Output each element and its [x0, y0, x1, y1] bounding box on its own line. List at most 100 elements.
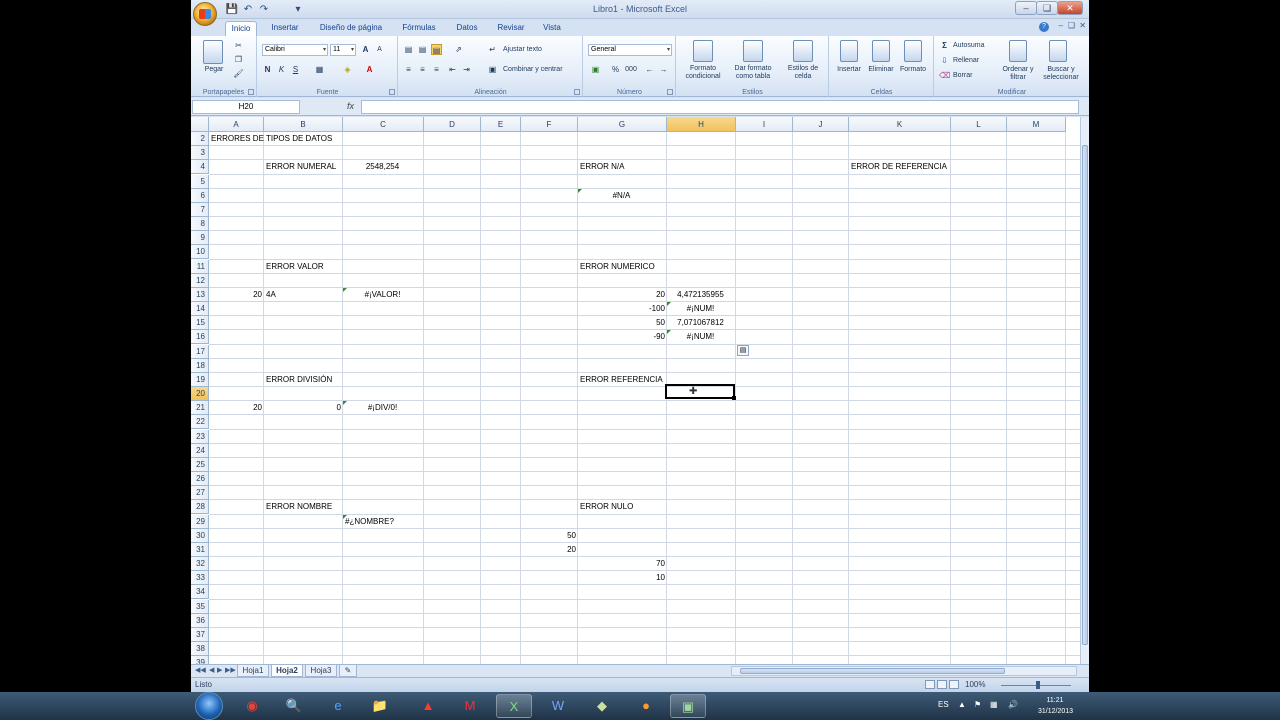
row-header-12[interactable]: 12	[191, 273, 209, 288]
align-top-icon[interactable]: ▤	[403, 44, 414, 55]
column-header-l[interactable]: L	[951, 117, 1007, 132]
column-header-m[interactable]: M	[1007, 117, 1066, 132]
error-flag-icon[interactable]	[343, 287, 347, 292]
fill-icon[interactable]: ⇩	[939, 55, 950, 66]
font-size-combo[interactable]: 11 ▾	[330, 44, 356, 56]
error-flag-icon[interactable]	[667, 330, 671, 335]
clipboard-launcher-icon[interactable]	[248, 89, 254, 95]
cell-b28[interactable]: ERROR NOMBRE	[266, 500, 332, 514]
word-taskbar-icon[interactable]: W	[540, 694, 576, 718]
row-header-34[interactable]: 34	[191, 585, 209, 600]
column-header-j[interactable]: J	[793, 117, 849, 132]
insert-function-button[interactable]: fx	[347, 101, 354, 111]
format-as-table-button[interactable]: Dar formato como tabla	[727, 65, 779, 81]
close-button[interactable]: ✕	[1057, 1, 1083, 15]
sheet-tab-hoja1[interactable]: Hoja1	[237, 665, 269, 677]
cell-f30[interactable]: 50	[521, 529, 576, 543]
align-right-icon[interactable]: ≡	[431, 64, 442, 75]
column-header-f[interactable]: F	[521, 117, 578, 132]
row-header-5[interactable]: 5	[191, 174, 209, 189]
vertical-scroll-thumb[interactable]	[1082, 145, 1088, 645]
acrobat-icon[interactable]: ▲	[410, 694, 446, 718]
paste-button[interactable]: Pegar	[197, 66, 231, 74]
cell-a21[interactable]: 20	[209, 401, 262, 415]
formula-input[interactable]	[361, 100, 1079, 114]
cell-g11[interactable]: ERROR NUMERICO	[580, 260, 655, 274]
row-header-16[interactable]: 16	[191, 330, 209, 345]
row-header-28[interactable]: 28	[191, 500, 209, 515]
clear-icon[interactable]: ⌫	[939, 70, 950, 81]
align-center-icon[interactable]: ≡	[417, 64, 428, 75]
increase-decimal-icon[interactable]: ←	[644, 64, 655, 75]
cell-c29[interactable]: #¿NOMBRE?	[345, 515, 394, 529]
row-header-25[interactable]: 25	[191, 457, 209, 472]
excel-taskbar-icon[interactable]: X	[496, 694, 532, 718]
row-header-6[interactable]: 6	[191, 188, 209, 203]
underline-button[interactable]: S	[290, 64, 301, 75]
page-layout-view-icon[interactable]	[937, 680, 947, 689]
merge-center-icon[interactable]: ▣	[487, 64, 498, 75]
paste-icon[interactable]	[203, 40, 223, 64]
normal-view-icon[interactable]	[925, 680, 935, 689]
grow-font-icon[interactable]: A	[360, 44, 371, 55]
increase-indent-icon[interactable]: ⇥	[461, 64, 472, 75]
ribbon-restore-icon[interactable]: ❑	[1068, 21, 1075, 30]
italic-button[interactable]: K	[276, 64, 287, 75]
cell-g32[interactable]: 70	[578, 557, 665, 571]
clock-date[interactable]: 31/12/2013	[1038, 708, 1073, 715]
excel-window-taskbar-icon[interactable]: ▣	[670, 694, 706, 718]
tab-datos[interactable]: Datos	[449, 21, 485, 36]
cell-b21[interactable]: 0	[264, 401, 341, 415]
font-name-combo[interactable]: Calibri ▾	[262, 44, 328, 56]
row-header-8[interactable]: 8	[191, 217, 209, 232]
tab-formulas[interactable]: Fórmulas	[397, 21, 441, 36]
next-sheet-icon[interactable]: ▶	[217, 666, 222, 674]
conditional-format-icon[interactable]	[693, 40, 713, 62]
cell-g16[interactable]: -90	[578, 330, 665, 344]
cell-g15[interactable]: 50	[578, 316, 665, 330]
row-header-39[interactable]: 39	[191, 656, 209, 664]
cell-c21[interactable]: #¡DIV/0!	[343, 401, 422, 415]
ribbon-close-icon[interactable]: ✕	[1079, 21, 1086, 30]
prev-sheet-icon[interactable]: ◀	[209, 666, 214, 674]
horizontal-scroll-thumb[interactable]	[740, 668, 1005, 674]
row-header-9[interactable]: 9	[191, 231, 209, 246]
tab-inicio[interactable]: Inicio	[225, 21, 257, 36]
row-header-4[interactable]: 4	[191, 160, 209, 175]
row-header-10[interactable]: 10	[191, 245, 209, 260]
cell-b4[interactable]: ERROR NUMERAL	[266, 160, 336, 174]
cell-g13[interactable]: 20	[578, 288, 665, 302]
row-header-30[interactable]: 30	[191, 528, 209, 543]
row-header-26[interactable]: 26	[191, 472, 209, 487]
cell-h13[interactable]: 4,472135955	[667, 288, 734, 302]
percent-button[interactable]: %	[610, 64, 621, 75]
column-header-b[interactable]: B	[264, 117, 343, 132]
insert-sheet-icon[interactable]: ✎	[339, 665, 357, 677]
align-bottom-icon[interactable]: ▤	[431, 44, 442, 55]
cell-f31[interactable]: 20	[521, 543, 576, 557]
cell-k4[interactable]: ERROR DE REFERENCIA	[851, 160, 947, 174]
fill-color-icon[interactable]: ◈	[342, 64, 353, 75]
column-header-a[interactable]: A	[209, 117, 264, 132]
error-flag-icon[interactable]	[667, 302, 671, 307]
cell-c13[interactable]: #¡VALOR!	[343, 288, 422, 302]
chrome-icon[interactable]: ◉	[234, 694, 270, 718]
copy-icon[interactable]: ❐	[233, 54, 244, 65]
currency-icon[interactable]: ▣	[590, 64, 601, 75]
cell-c4[interactable]: 2548,254	[343, 160, 422, 174]
row-header-20[interactable]: 20	[191, 387, 209, 402]
cell-styles-icon[interactable]	[793, 40, 813, 62]
format-painter-icon[interactable]: 🖌	[233, 68, 244, 79]
cell-h16[interactable]: #¡NUM!	[667, 330, 734, 344]
number-launcher-icon[interactable]	[667, 89, 673, 95]
cell-b11[interactable]: ERROR VALOR	[266, 260, 324, 274]
cell-b13[interactable]: 4A	[266, 288, 276, 302]
orientation-icon[interactable]: ⇗	[453, 44, 464, 55]
sheet-tab-hoja2[interactable]: Hoja2	[271, 665, 303, 677]
row-header-37[interactable]: 37	[191, 627, 209, 642]
align-left-icon[interactable]: ≡	[403, 64, 414, 75]
cell-a2[interactable]: ERRORES DE TIPOS DE DATOS	[211, 132, 332, 146]
vertical-scrollbar[interactable]	[1080, 117, 1089, 664]
clear-button[interactable]: Borrar	[953, 72, 972, 80]
column-header-c[interactable]: C	[343, 117, 424, 132]
